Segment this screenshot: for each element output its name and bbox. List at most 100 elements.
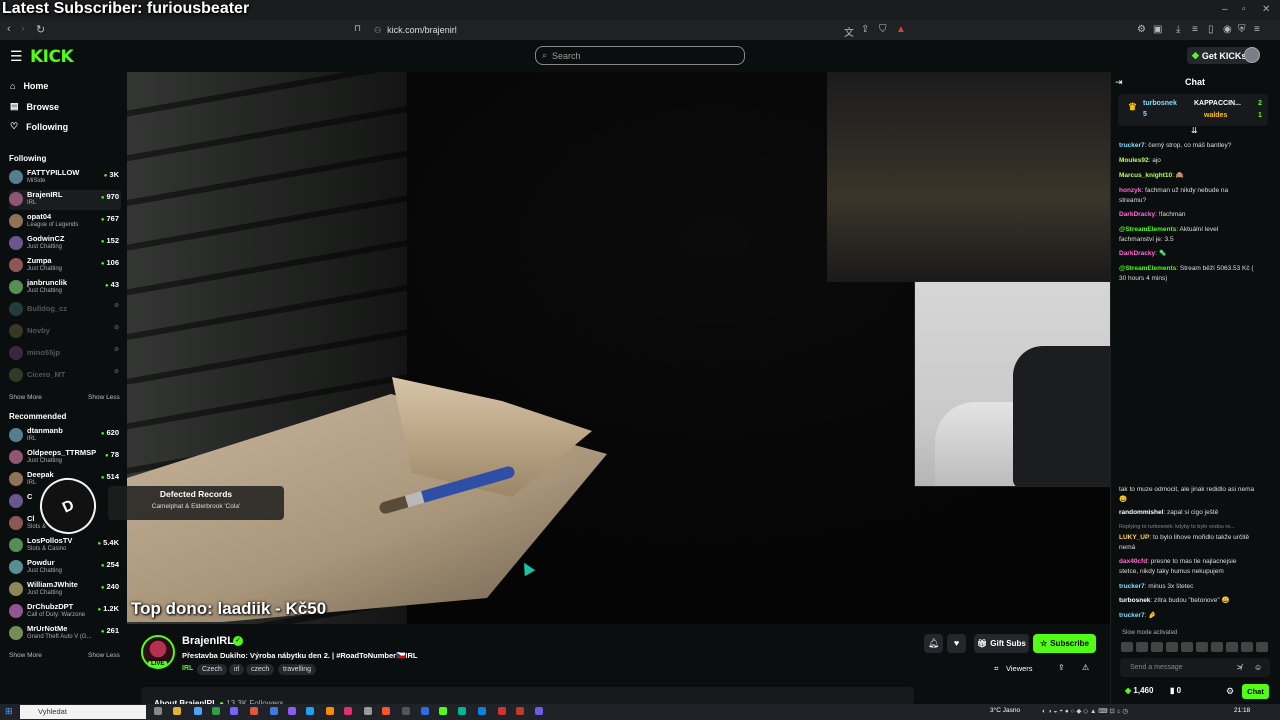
app-icon[interactable] — [439, 707, 447, 715]
brave-rewards-icon[interactable]: ▲ — [896, 24, 906, 35]
weather-widget[interactable]: 3°C Jasno — [990, 707, 1020, 714]
sidebar-channel[interactable]: BrajenIRLIRL 970 — [9, 190, 121, 210]
address-bar[interactable]: ⚇ kick.com/brajenirl — [368, 22, 908, 38]
store-icon[interactable] — [194, 707, 202, 715]
avatar[interactable] — [1244, 47, 1260, 63]
chat-username[interactable]: Marcus_knight10 — [1119, 172, 1172, 179]
back-icon[interactable]: ‹ — [7, 23, 11, 35]
bookmark-icon[interactable]: ⊓ — [354, 23, 361, 34]
close-icon[interactable]: ✕ — [1262, 4, 1270, 15]
menu-icon[interactable]: ≡ — [1254, 24, 1260, 35]
chat-username[interactable]: dax40cfd — [1119, 558, 1147, 565]
sidebar-channel[interactable]: Bulldog_cz ⊘ — [9, 300, 121, 320]
clip-icon[interactable]: ⌗ — [994, 664, 999, 674]
sidebar-channel[interactable]: GodwinCZJust Chatting 152 — [9, 234, 121, 254]
chat-username[interactable]: DarkDracky — [1119, 250, 1155, 257]
emote[interactable] — [1196, 642, 1208, 652]
sidebar-channel[interactable]: LosPollosTVSlots & Casino 5.4K — [9, 536, 121, 556]
tag[interactable]: travelling — [278, 664, 317, 675]
emote[interactable] — [1241, 642, 1253, 652]
history-icon[interactable]: ≡ — [1192, 24, 1198, 35]
app-icon[interactable] — [288, 707, 296, 715]
gift-subs-button[interactable]: 🎁︎ Gift Subs — [974, 634, 1029, 653]
expand-pinned-icon[interactable]: ⇊ — [1191, 126, 1198, 135]
app-icon[interactable] — [478, 707, 486, 715]
chat-username[interactable]: honzyk — [1119, 187, 1141, 194]
chat-message-input[interactable]: Send a message — [1120, 658, 1270, 677]
translate-icon[interactable]: 文 — [844, 24, 854, 39]
chat-send-button[interactable]: Chat — [1242, 684, 1269, 699]
sidebar-channel[interactable]: ZumpaJust Chatting 106 — [9, 256, 121, 276]
chat-username[interactable]: randommishel — [1119, 509, 1163, 516]
chrome-icon[interactable] — [212, 707, 220, 715]
app-icon[interactable] — [516, 707, 524, 715]
sidebar-channel[interactable]: Cicero_MT ⊘ — [9, 366, 121, 386]
tag[interactable]: Czech — [197, 664, 227, 675]
emote-bar[interactable] — [1121, 642, 1276, 654]
brave-icon[interactable] — [382, 707, 390, 715]
category-link[interactable]: IRL — [182, 665, 193, 672]
app-icon[interactable] — [270, 707, 278, 715]
app-icon[interactable] — [306, 707, 314, 715]
wallet-icon[interactable]: ▣ — [1153, 24, 1162, 35]
chat-username[interactable]: trucker7 — [1119, 142, 1145, 149]
minimize-icon[interactable]: – — [1222, 4, 1228, 15]
get-kicks-button[interactable]: ◆ Get KICKs — [1187, 47, 1252, 64]
brave-shield-icon[interactable]: ⛉ — [879, 24, 887, 35]
emote[interactable] — [1166, 642, 1178, 652]
nav-browse[interactable]: ▤ Browse — [10, 101, 59, 112]
app-icon[interactable] — [535, 707, 543, 715]
sidebar-channel[interactable]: FATTYPILLOWMiSide 3K — [9, 168, 121, 188]
emote[interactable] — [1181, 642, 1193, 652]
search-input[interactable]: ⌕ Search — [535, 46, 745, 65]
recommended-show-less-button[interactable]: Show Less — [88, 652, 120, 659]
emote[interactable] — [1211, 642, 1223, 652]
sidebar-channel[interactable]: Oldpeeps_TTRMSPJust Chatting 78 — [9, 448, 121, 468]
sidebar-toggle-icon[interactable]: ▯ — [1208, 24, 1214, 35]
emote-picker-icon[interactable]: ☺ — [1254, 663, 1262, 672]
chat-username[interactable]: @StreamElements — [1119, 226, 1176, 233]
app-icon[interactable] — [326, 707, 334, 715]
recommended-show-more-button[interactable]: Show More — [9, 652, 42, 659]
streamer-name[interactable]: BrajenIRL — [182, 635, 234, 647]
share-stream-icon[interactable]: ⇪ — [1058, 663, 1065, 672]
extension-icon[interactable]: ⚙ — [1137, 24, 1146, 35]
pinned-user[interactable]: KAPPACCIN... — [1194, 100, 1241, 107]
app-icon[interactable] — [250, 707, 258, 715]
tray-icons[interactable]: ◐ ◑ ◒ ◓ ● ○ ◆ ◇ ▲ ⌨ ⊡ ⌂ ◷ — [1042, 707, 1128, 715]
share-icon[interactable]: ⇪ — [861, 24, 869, 35]
sidebar-channel[interactable]: MrUrNotMeGrand Theft Auto V (G... 261 — [9, 624, 121, 644]
hamburger-menu-icon[interactable]: ☰ — [10, 48, 23, 65]
sidebar-channel[interactable]: janbrunclikJust Chatting 43 — [9, 278, 121, 298]
forward-icon[interactable]: › — [21, 23, 25, 35]
chat-settings-icon[interactable]: ⚙ — [1226, 686, 1234, 697]
emote[interactable] — [1121, 642, 1133, 652]
app-icon[interactable] — [458, 707, 466, 715]
app-icon[interactable] — [421, 707, 429, 715]
chat-username[interactable]: @StreamElements — [1119, 265, 1176, 272]
download-icon[interactable]: ⤓ — [1176, 24, 1180, 35]
taskbar-search-input[interactable]: Vyhledat — [20, 705, 146, 719]
profile-icon[interactable]: ◉ — [1223, 24, 1232, 35]
kick-logo[interactable]: KICK — [30, 47, 74, 67]
emote[interactable] — [1226, 642, 1238, 652]
sidebar-channel[interactable]: dtanmanbIRL 620 — [9, 426, 121, 446]
emote[interactable] — [1151, 642, 1163, 652]
app-icon[interactable] — [230, 707, 238, 715]
pinned-user[interactable]: turbosnek — [1143, 100, 1177, 107]
site-info-icon[interactable]: ⚇ — [374, 26, 381, 35]
sidebar-channel[interactable]: opat04League of Legends 767 — [9, 212, 121, 232]
vpn-icon[interactable]: ⛨ — [1238, 24, 1246, 35]
app-icon[interactable] — [498, 707, 506, 715]
maximize-icon[interactable]: ▫ — [1242, 4, 1246, 15]
pinned-user[interactable]: waldes — [1204, 112, 1227, 119]
subscribe-button[interactable]: ☆ Subscribe — [1033, 634, 1096, 653]
chat-username[interactable]: trucker7 — [1119, 612, 1145, 619]
following-show-less-button[interactable]: Show Less — [88, 394, 120, 401]
app-icon[interactable] — [402, 707, 410, 715]
follow-heart-icon[interactable]: ♥ — [947, 634, 966, 653]
emote[interactable] — [1256, 642, 1268, 652]
chat-username[interactable]: turbosnek — [1119, 597, 1150, 604]
file-explorer-icon[interactable] — [173, 707, 181, 715]
collapse-chat-icon[interactable]: ⇥ — [1115, 77, 1123, 88]
